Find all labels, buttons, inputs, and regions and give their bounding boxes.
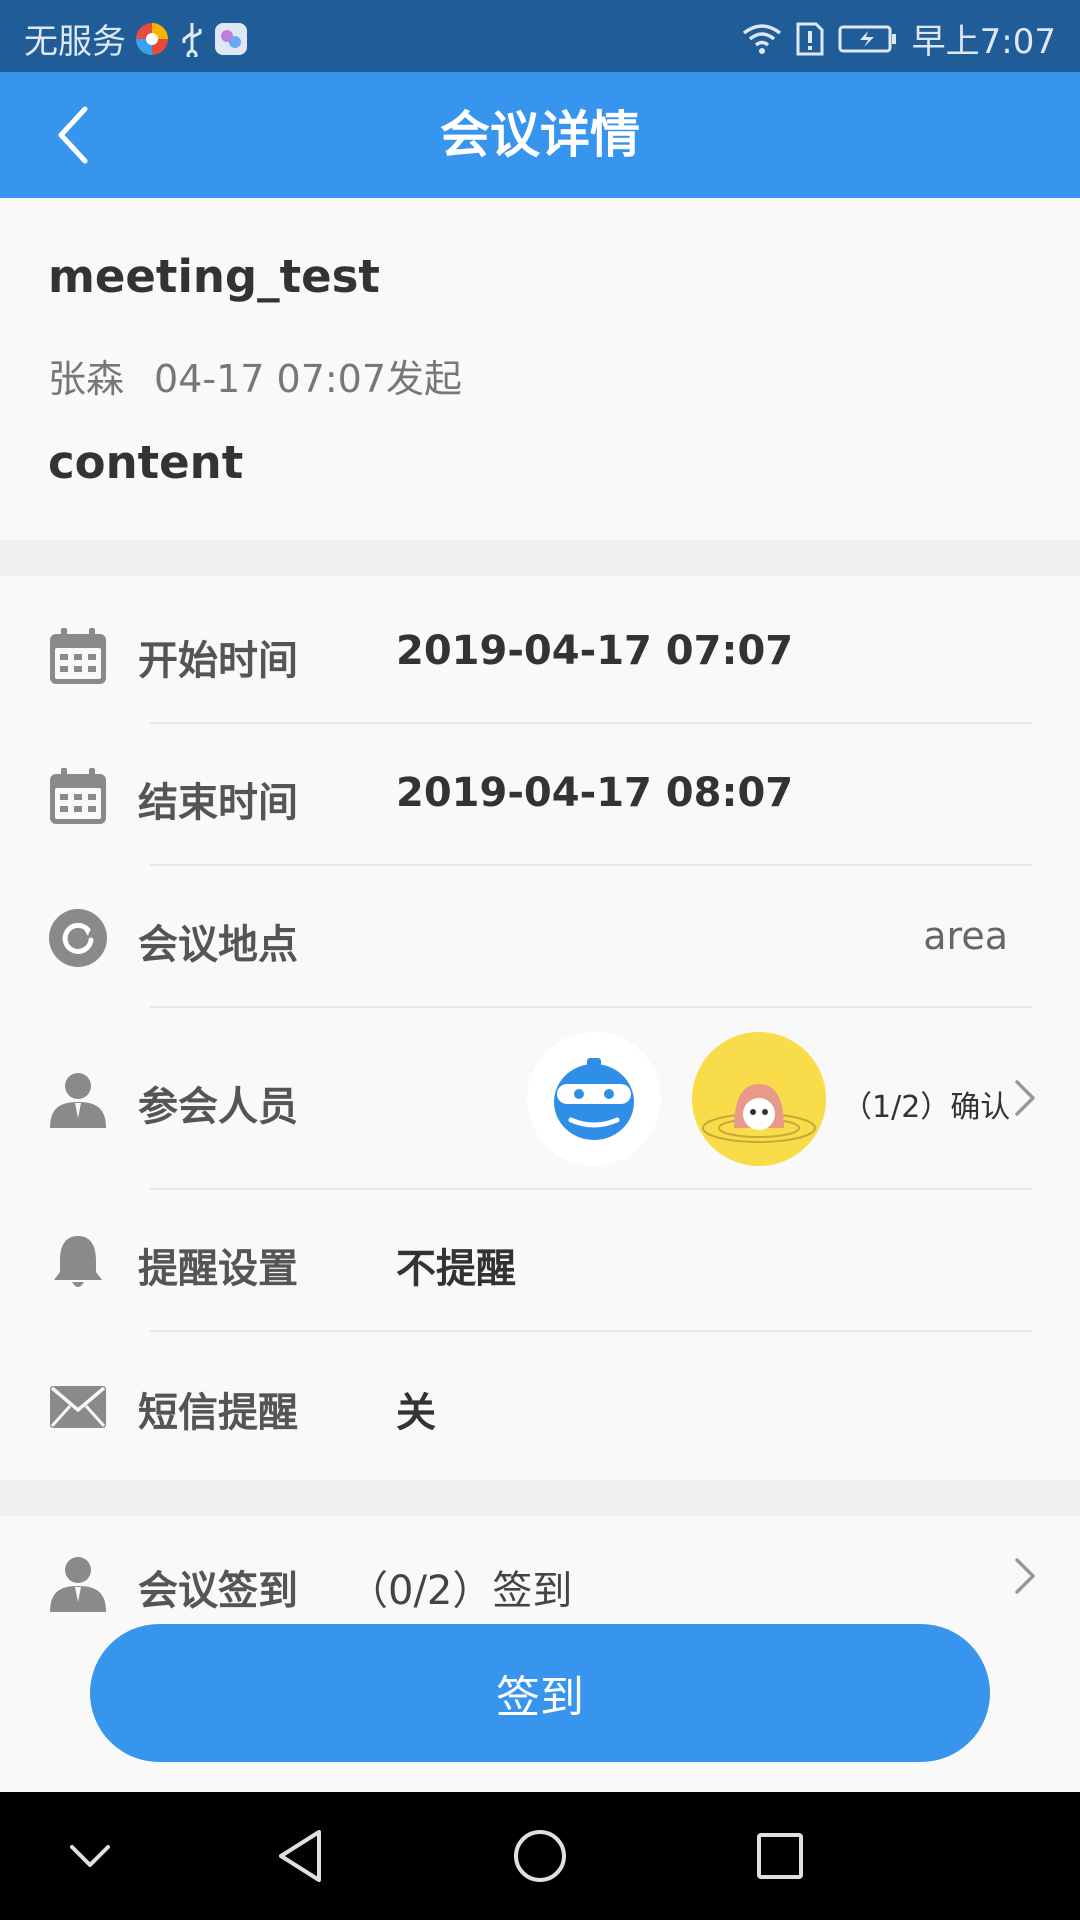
browser-app-icon bbox=[134, 21, 170, 57]
envelope-icon bbox=[48, 1376, 108, 1436]
nav-home-button[interactable] bbox=[500, 1816, 580, 1896]
row-sms-reminder[interactable]: 短信提醒 关 bbox=[0, 1332, 1080, 1480]
location-value: area bbox=[923, 914, 1008, 958]
signin-count: （0/2）签到 bbox=[348, 1568, 573, 1614]
chevron-left-icon bbox=[58, 106, 88, 164]
square-recents-icon bbox=[757, 1833, 803, 1879]
meeting-content: content bbox=[48, 436, 244, 489]
sms-reminder-label: 短信提醒 bbox=[138, 1390, 298, 1436]
row-attendees[interactable]: 参会人员 （1/2）确认 bbox=[0, 1008, 1080, 1190]
meeting-subtitle: 张森 04-17 07:07发起 bbox=[48, 348, 462, 403]
chevron-down-icon bbox=[70, 1845, 110, 1867]
reminder-value: 不提醒 bbox=[396, 1246, 516, 1292]
calendar-icon bbox=[48, 766, 108, 826]
section-divider bbox=[0, 1480, 1080, 1516]
sim-alert-icon bbox=[796, 22, 824, 56]
organizer-name: 张森 bbox=[48, 357, 125, 401]
triangle-back-icon bbox=[279, 1830, 321, 1882]
circle-home-icon bbox=[514, 1830, 566, 1882]
system-nav-bar bbox=[0, 1792, 1080, 1920]
bell-icon bbox=[48, 1232, 108, 1292]
app-bar: 会议详情 bbox=[0, 72, 1080, 198]
nav-recents-button[interactable] bbox=[740, 1816, 820, 1896]
wifi-icon bbox=[742, 23, 782, 55]
end-time-value: 2019-04-17 08:07 bbox=[396, 770, 794, 816]
row-location: 会议地点 area bbox=[0, 866, 1080, 1008]
status-bar: 无服务 早上7:07 bbox=[0, 0, 1080, 72]
reminder-label: 提醒设置 bbox=[138, 1246, 298, 1292]
app-notification-icon bbox=[214, 22, 248, 56]
person-icon bbox=[48, 1554, 108, 1614]
nav-back-button[interactable] bbox=[260, 1816, 340, 1896]
end-time-label: 结束时间 bbox=[138, 780, 298, 826]
start-time-label: 开始时间 bbox=[138, 638, 298, 684]
avatar[interactable] bbox=[527, 1032, 661, 1166]
row-reminder[interactable]: 提醒设置 不提醒 bbox=[0, 1190, 1080, 1332]
chevron-right-icon bbox=[1010, 1556, 1040, 1596]
status-time: 早上7:07 bbox=[911, 22, 1056, 62]
location-label: 会议地点 bbox=[138, 922, 298, 968]
meeting-header: meeting_test 张森 04-17 07:07发起 content bbox=[0, 198, 1080, 540]
avatar[interactable] bbox=[692, 1032, 826, 1166]
created-time: 04-17 07:07发起 bbox=[154, 357, 463, 401]
usb-icon bbox=[178, 21, 206, 57]
sms-reminder-value: 关 bbox=[396, 1390, 436, 1436]
hide-keyboard-button[interactable] bbox=[50, 1816, 130, 1896]
page-title: 会议详情 bbox=[440, 106, 640, 164]
section-divider bbox=[0, 540, 1080, 576]
signin-button[interactable]: 签到 bbox=[90, 1624, 990, 1762]
attendees-label: 参会人员 bbox=[138, 1084, 298, 1130]
calendar-icon bbox=[48, 626, 108, 686]
location-icon bbox=[48, 908, 108, 968]
signin-label: 会议签到 bbox=[138, 1568, 298, 1614]
meeting-title: meeting_test bbox=[48, 250, 380, 303]
back-button[interactable] bbox=[38, 100, 108, 170]
battery-charging-icon bbox=[838, 24, 898, 54]
row-start-time: 开始时间 2019-04-17 07:07 bbox=[0, 576, 1080, 724]
person-icon bbox=[48, 1070, 108, 1130]
row-end-time: 结束时间 2019-04-17 08:07 bbox=[0, 724, 1080, 866]
start-time-value: 2019-04-17 07:07 bbox=[396, 628, 794, 674]
attendees-confirm-count: （1/2）确认 bbox=[842, 1090, 1011, 1125]
chevron-right-icon bbox=[1010, 1078, 1040, 1118]
carrier-label: 无服务 bbox=[24, 22, 126, 62]
